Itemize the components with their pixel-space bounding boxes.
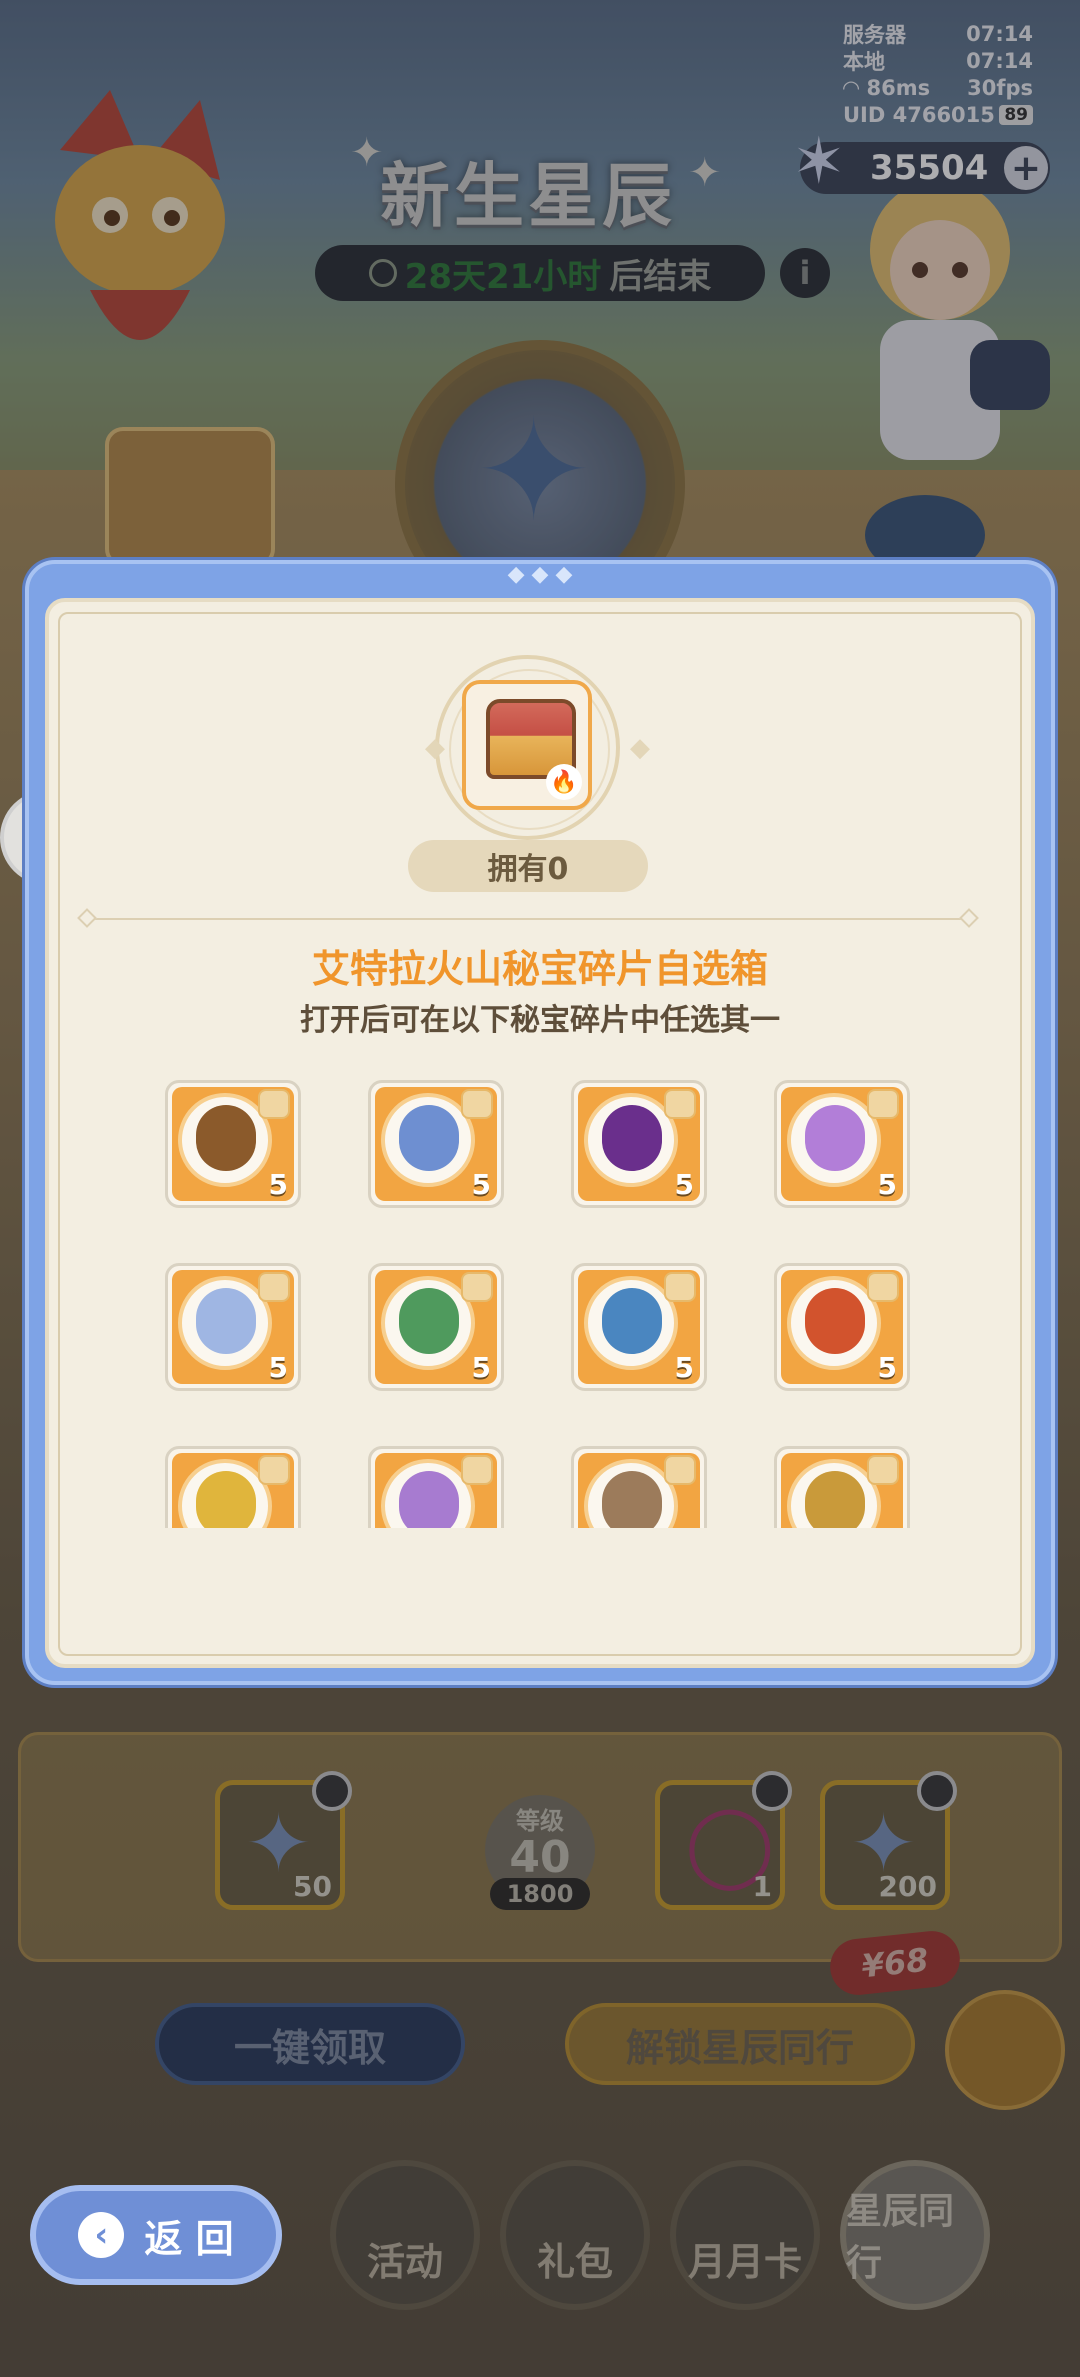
fragment-card: 5: [375, 1270, 497, 1384]
fragment-option[interactable]: 5: [165, 1446, 301, 1528]
violet-staff-icon: [399, 1471, 459, 1528]
fragment-card: 5: [781, 1453, 903, 1528]
puzzle-piece-icon: [258, 1272, 290, 1302]
golden-scepter-icon: [805, 1471, 865, 1528]
fragment-count: 5: [471, 1168, 491, 1201]
fragment-card: 5: [578, 1270, 700, 1384]
back-label: 返 回: [144, 2216, 234, 2261]
fragment-option[interactable]: 5: [774, 1446, 910, 1528]
puzzle-piece-icon: [867, 1089, 899, 1119]
fragment-option[interactable]: 5: [774, 1263, 910, 1391]
fragment-count: 5: [268, 1168, 288, 1201]
fragment-count: 5: [674, 1168, 694, 1201]
puzzle-piece-icon: [867, 1455, 899, 1485]
selection-chest-item: 🔥: [462, 680, 592, 810]
puzzle-piece-icon: [461, 1089, 493, 1119]
fragment-option[interactable]: 5: [368, 1446, 504, 1528]
fragment-option[interactable]: 5: [571, 1446, 707, 1528]
puzzle-piece-icon: [664, 1455, 696, 1485]
crystal-cage-icon: [399, 1105, 459, 1171]
fragment-option[interactable]: 5: [368, 1080, 504, 1208]
fragment-option[interactable]: 5: [368, 1263, 504, 1391]
fragment-count: 5: [877, 1168, 897, 1201]
blue-statue-icon: [602, 1288, 662, 1354]
fragment-card: 5: [172, 1453, 294, 1528]
modal-ornament-icon: ◆ ◆ ◆: [507, 562, 573, 587]
fragment-card: 5: [375, 1453, 497, 1528]
item-description: 打开后可在以下秘宝碎片中任选其一: [300, 1003, 780, 1038]
option-grid[interactable]: 5 5 5 5 5 5 5 5 5 5 5 5: [160, 1075, 930, 1528]
fragment-card: 5: [578, 1453, 700, 1528]
fragment-count: 5: [268, 1351, 288, 1384]
golden-staff-icon: [196, 1471, 256, 1528]
item-name: 艾特拉火山秘宝碎片自选箱: [311, 947, 768, 991]
fragment-option[interactable]: 5: [774, 1080, 910, 1208]
jade-statue-icon: [399, 1288, 459, 1354]
puzzle-piece-icon: [258, 1455, 290, 1485]
fragment-card: 5: [375, 1087, 497, 1201]
fire-statue-icon: [805, 1288, 865, 1354]
fragment-option[interactable]: 5: [165, 1080, 301, 1208]
puzzle-piece-icon: [258, 1089, 290, 1119]
violet-potion-icon: [805, 1105, 865, 1171]
ice-statue-icon: [196, 1288, 256, 1354]
ornament-diamond-icon: ◆: [425, 733, 445, 763]
fragment-count: 5: [471, 1351, 491, 1384]
ornament-diamond-icon: ◆: [630, 733, 650, 763]
puzzle-piece-icon: [867, 1272, 899, 1302]
puzzle-piece-icon: [461, 1272, 493, 1302]
puzzle-piece-icon: [664, 1272, 696, 1302]
horn-icon: [196, 1105, 256, 1171]
puzzle-piece-icon: [664, 1089, 696, 1119]
fragment-card: 5: [172, 1087, 294, 1201]
silver-scepter-icon: [602, 1471, 662, 1528]
owned-count: 拥有0: [408, 840, 648, 892]
fire-icon: 🔥: [546, 764, 582, 800]
fragment-card: 5: [781, 1270, 903, 1384]
back-button[interactable]: ‹ 返 回: [30, 2185, 282, 2285]
fragment-card: 5: [578, 1087, 700, 1201]
arrow-left-icon: ‹: [78, 2212, 125, 2258]
fragment-count: 5: [877, 1351, 897, 1384]
fragment-option[interactable]: 5: [571, 1263, 707, 1391]
divider: [90, 918, 970, 920]
fragment-option[interactable]: 5: [571, 1080, 707, 1208]
fragment-card: 5: [781, 1087, 903, 1201]
purple-orb-icon: [602, 1105, 662, 1171]
fragment-card: 5: [172, 1270, 294, 1384]
puzzle-piece-icon: [461, 1455, 493, 1485]
fragment-count: 5: [674, 1351, 694, 1384]
fragment-option[interactable]: 5: [165, 1263, 301, 1391]
